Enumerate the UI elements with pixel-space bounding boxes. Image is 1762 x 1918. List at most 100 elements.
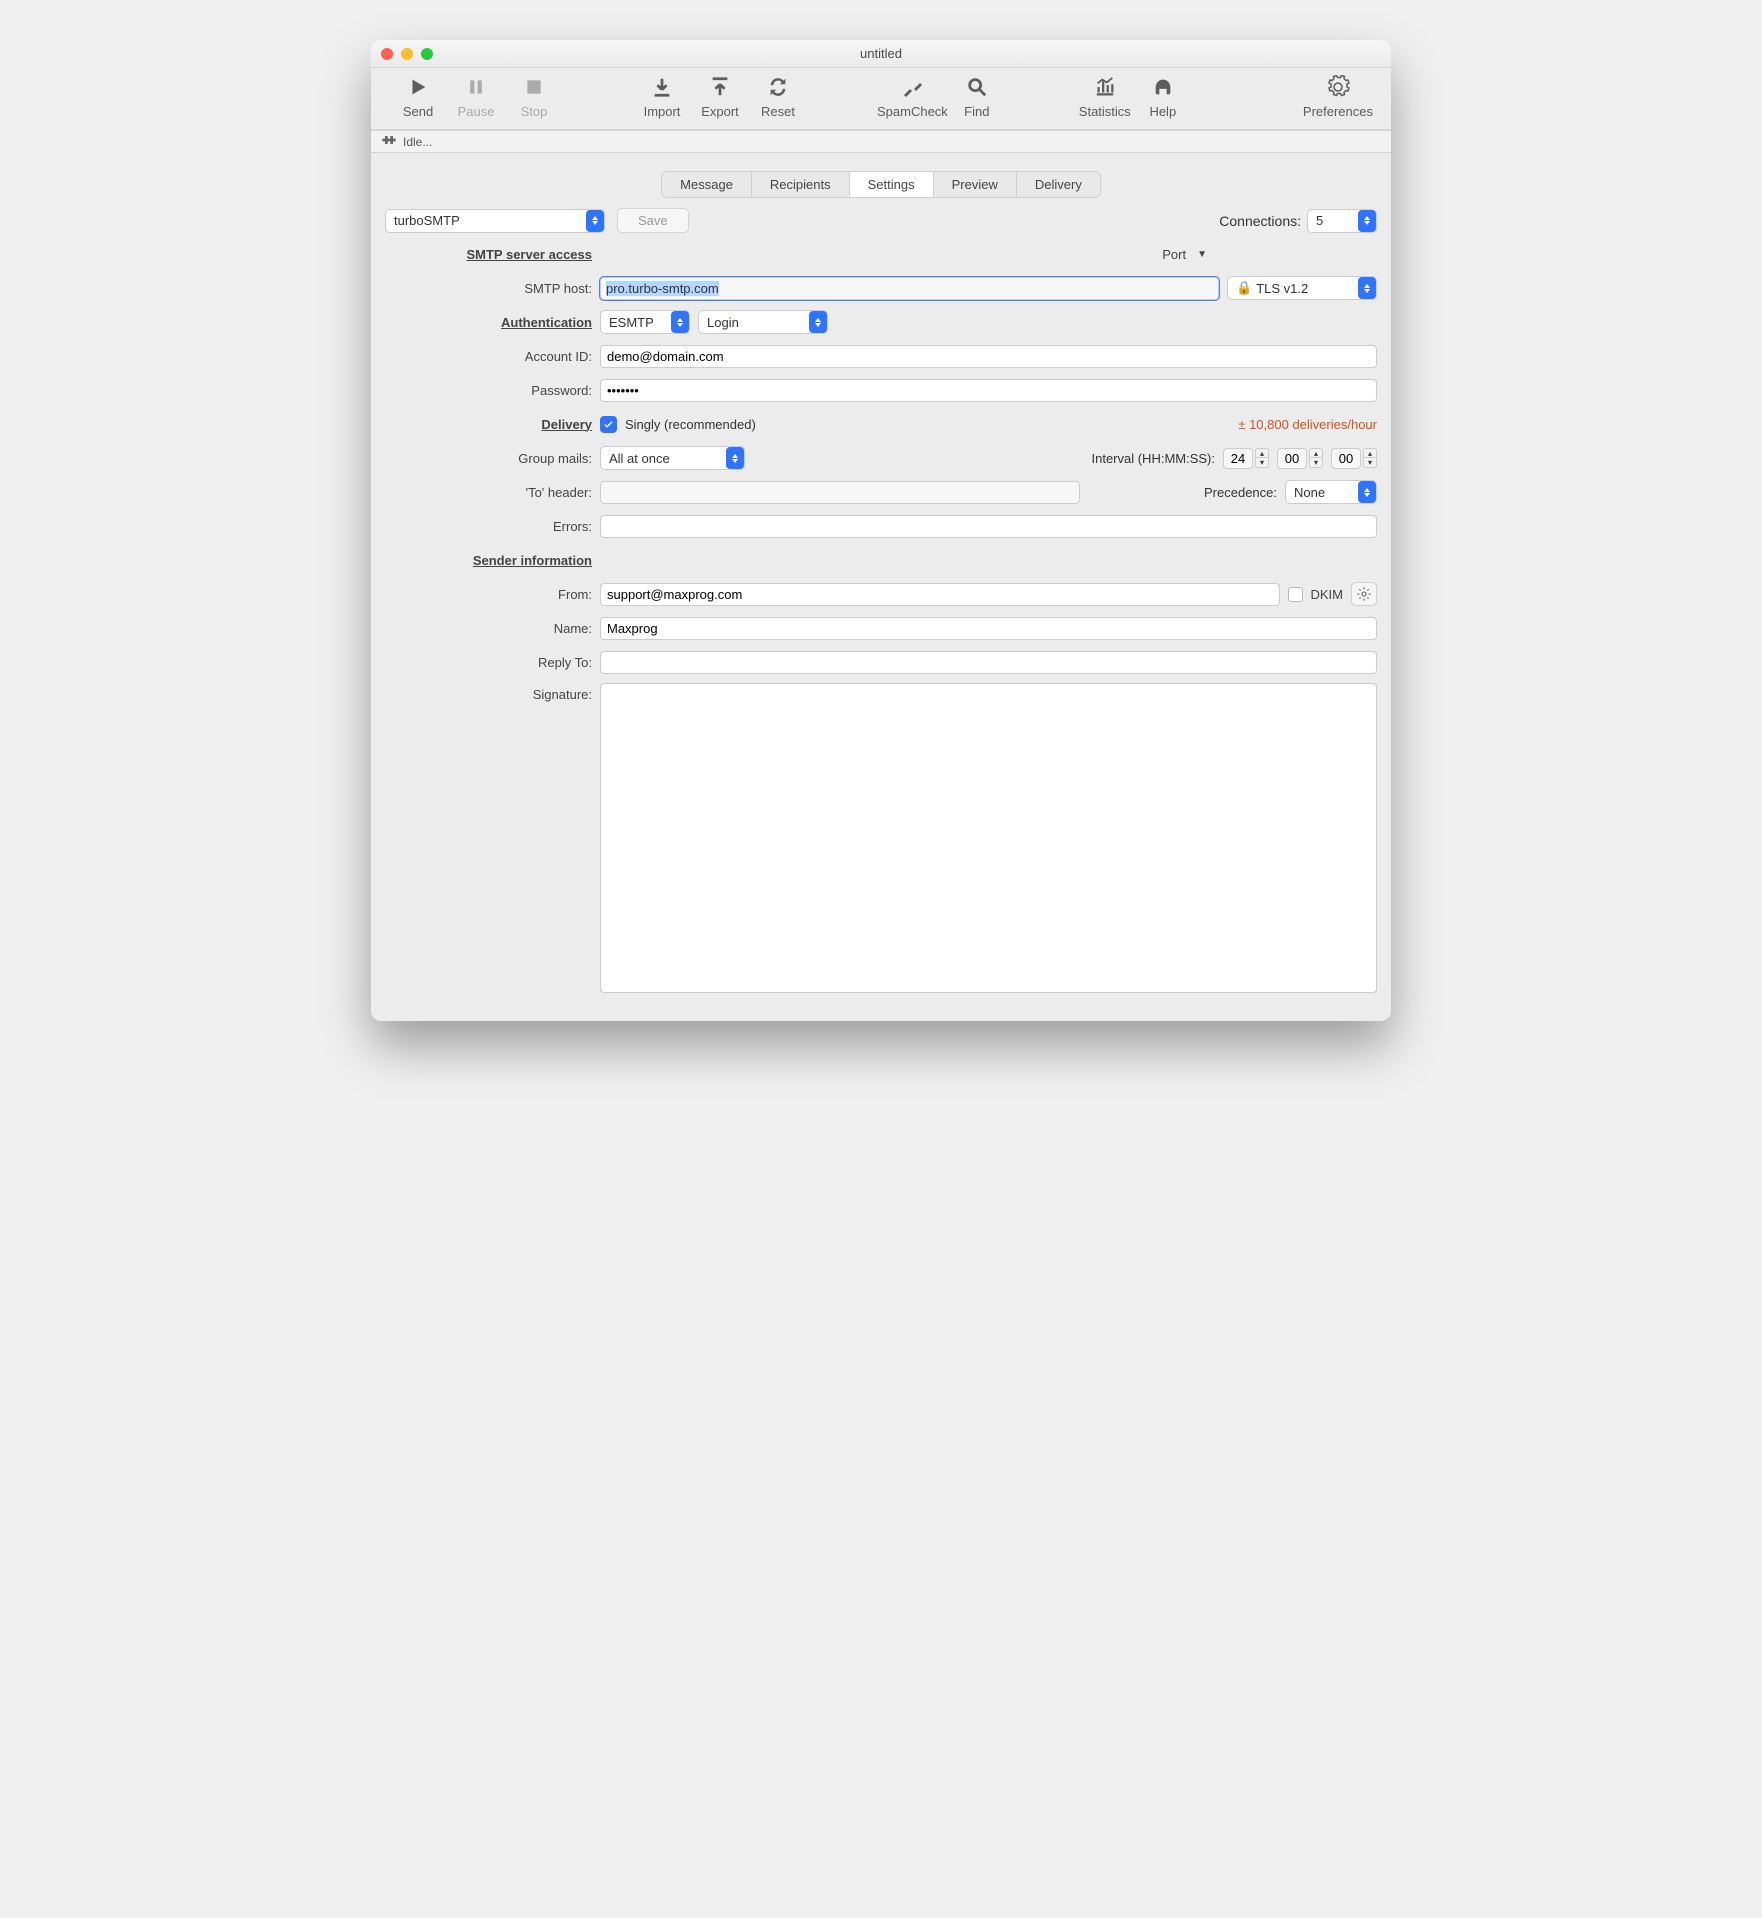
chevron-updown-icon: [1358, 277, 1376, 299]
interval-hours-stepper[interactable]: ▴▾: [1223, 448, 1269, 469]
tls-select[interactable]: 🔒 TLS v1.2: [1227, 276, 1377, 300]
tab-settings[interactable]: Settings: [850, 172, 934, 197]
smtp-host-value: pro.turbo-smtp.com: [606, 281, 719, 296]
plug-icon: [381, 134, 397, 149]
dkim-checkbox[interactable]: [1288, 587, 1303, 602]
port-label: Port: [1162, 247, 1186, 262]
account-select[interactable]: turboSMTP: [385, 209, 605, 233]
save-button[interactable]: Save: [617, 208, 689, 233]
auth-type-value: Login: [707, 315, 739, 330]
interval-seconds-stepper[interactable]: ▴▾: [1331, 448, 1377, 469]
export-label: Export: [701, 104, 739, 119]
import-icon: [649, 74, 675, 100]
send-label: Send: [403, 104, 433, 119]
reply-to-input[interactable]: [600, 651, 1377, 674]
singly-checkbox[interactable]: [600, 416, 617, 433]
find-label: Find: [964, 104, 989, 119]
broom-icon: [899, 74, 925, 100]
import-label: Import: [644, 104, 681, 119]
chevron-updown-icon: [671, 311, 689, 333]
help-button[interactable]: Help: [1134, 74, 1192, 119]
section-sender-info: Sender information: [385, 553, 600, 568]
chevron-updown-icon: [586, 210, 604, 232]
signature-label: Signature:: [385, 683, 600, 702]
spamcheck-button[interactable]: SpamCheck: [877, 74, 948, 119]
tab-message[interactable]: Message: [662, 172, 752, 197]
chevron-updown-icon: [1358, 210, 1376, 232]
export-icon: [707, 74, 733, 100]
spamcheck-label: SpamCheck: [877, 104, 948, 119]
chevron-updown-icon: [809, 311, 827, 333]
step-down-icon[interactable]: ▾: [1255, 458, 1269, 468]
preferences-button[interactable]: Preferences: [1303, 74, 1373, 119]
interval-hours-input[interactable]: [1223, 448, 1253, 469]
interval-minutes-stepper[interactable]: ▴▾: [1277, 448, 1323, 469]
step-up-icon[interactable]: ▴: [1309, 448, 1323, 458]
stop-button: Stop: [505, 74, 563, 119]
account-id-input[interactable]: [600, 345, 1377, 368]
connections-label: Connections:: [1219, 213, 1301, 229]
connections-select[interactable]: 5: [1307, 209, 1377, 233]
reply-to-label: Reply To:: [385, 655, 600, 670]
preferences-label: Preferences: [1303, 104, 1373, 119]
name-input[interactable]: [600, 617, 1377, 640]
chart-icon: [1092, 74, 1118, 100]
pause-button: Pause: [447, 74, 505, 119]
export-button[interactable]: Export: [691, 74, 749, 119]
to-header-input[interactable]: [600, 481, 1080, 504]
auth-mode-select[interactable]: ESMTP: [600, 310, 690, 334]
statistics-button[interactable]: Statistics: [1076, 74, 1134, 119]
tls-value: TLS v1.2: [1256, 281, 1308, 296]
help-label: Help: [1149, 104, 1176, 119]
import-button[interactable]: Import: [633, 74, 691, 119]
step-down-icon[interactable]: ▾: [1363, 458, 1377, 468]
section-delivery: Delivery: [385, 417, 600, 432]
interval-label: Interval (HH:MM:SS):: [1091, 451, 1215, 466]
precedence-label: Precedence:: [1204, 485, 1277, 500]
account-id-label: Account ID:: [385, 349, 600, 364]
stop-icon: [521, 74, 547, 100]
status-bar: Idle...: [371, 130, 1391, 153]
settings-content: turboSMTP Save Connections: 5 SMTP serve…: [371, 208, 1391, 1021]
gear-icon: [1325, 74, 1351, 100]
status-text: Idle...: [403, 135, 432, 149]
pause-label: Pause: [458, 104, 495, 119]
titlebar: untitled: [371, 40, 1391, 68]
interval-seconds-input[interactable]: [1331, 448, 1361, 469]
reset-label: Reset: [761, 104, 795, 119]
interval-minutes-input[interactable]: [1277, 448, 1307, 469]
window-title: untitled: [371, 46, 1391, 61]
find-button[interactable]: Find: [948, 74, 1006, 119]
tab-delivery[interactable]: Delivery: [1017, 172, 1100, 197]
account-select-value: turboSMTP: [394, 213, 460, 228]
step-down-icon[interactable]: ▾: [1309, 458, 1323, 468]
pause-icon: [463, 74, 489, 100]
play-icon: [405, 74, 431, 100]
step-up-icon[interactable]: ▴: [1363, 448, 1377, 458]
port-dropdown-icon[interactable]: ▼: [1197, 249, 1207, 260]
gear-icon: [1356, 586, 1372, 602]
singly-label: Singly (recommended): [625, 417, 756, 432]
auth-type-select[interactable]: Login: [698, 310, 828, 334]
group-mails-label: Group mails:: [385, 451, 600, 466]
step-up-icon[interactable]: ▴: [1255, 448, 1269, 458]
to-header-label: 'To' header:: [385, 485, 600, 500]
from-input[interactable]: [600, 583, 1280, 606]
smtp-host-label: SMTP host:: [385, 281, 600, 296]
name-label: Name:: [385, 621, 600, 636]
password-input[interactable]: [600, 379, 1377, 402]
tabs: Message Recipients Settings Preview Deli…: [371, 153, 1391, 208]
group-mails-select[interactable]: All at once: [600, 446, 745, 470]
errors-input[interactable]: [600, 515, 1377, 538]
reset-button[interactable]: Reset: [749, 74, 807, 119]
tab-recipients[interactable]: Recipients: [752, 172, 850, 197]
dkim-settings-button[interactable]: [1351, 582, 1377, 606]
group-mails-value: All at once: [609, 451, 670, 466]
tab-preview[interactable]: Preview: [934, 172, 1017, 197]
signature-input[interactable]: [600, 683, 1377, 993]
chevron-updown-icon: [726, 447, 744, 469]
send-button[interactable]: Send: [389, 74, 447, 119]
section-smtp-access: SMTP server access: [385, 247, 600, 262]
chevron-updown-icon: [1358, 481, 1376, 503]
precedence-select[interactable]: None: [1285, 480, 1377, 504]
